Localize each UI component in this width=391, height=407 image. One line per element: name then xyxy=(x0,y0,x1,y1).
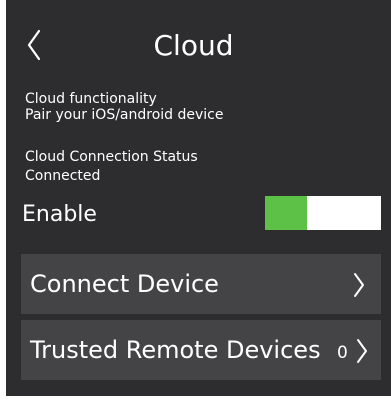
cloud-functionality-label: Cloud functionality xyxy=(25,91,157,107)
trusted-remote-devices-button[interactable]: Trusted Remote Devices 0 xyxy=(21,320,381,380)
chevron-right-icon xyxy=(354,273,364,297)
device-screen: Cloud Cloud functionality Pair your iOS/… xyxy=(0,0,391,407)
enable-toggle[interactable] xyxy=(265,196,381,230)
pair-device-hint: Pair your iOS/android device xyxy=(25,107,224,123)
connect-device-button[interactable]: Connect Device xyxy=(21,254,381,314)
connect-device-label: Connect Device xyxy=(30,270,219,298)
enable-label: Enable xyxy=(22,202,97,227)
connection-status-value: Connected xyxy=(25,168,101,184)
trusted-remote-devices-label: Trusted Remote Devices xyxy=(30,336,321,364)
page-title: Cloud xyxy=(153,29,234,62)
trusted-devices-count: 0 xyxy=(337,343,348,363)
connection-status-label: Cloud Connection Status xyxy=(25,149,198,165)
cloud-settings-panel: Cloud Cloud functionality Pair your iOS/… xyxy=(6,0,391,396)
chevron-right-icon xyxy=(357,339,367,363)
header: Cloud xyxy=(6,0,391,76)
toggle-on-indicator xyxy=(265,196,307,230)
